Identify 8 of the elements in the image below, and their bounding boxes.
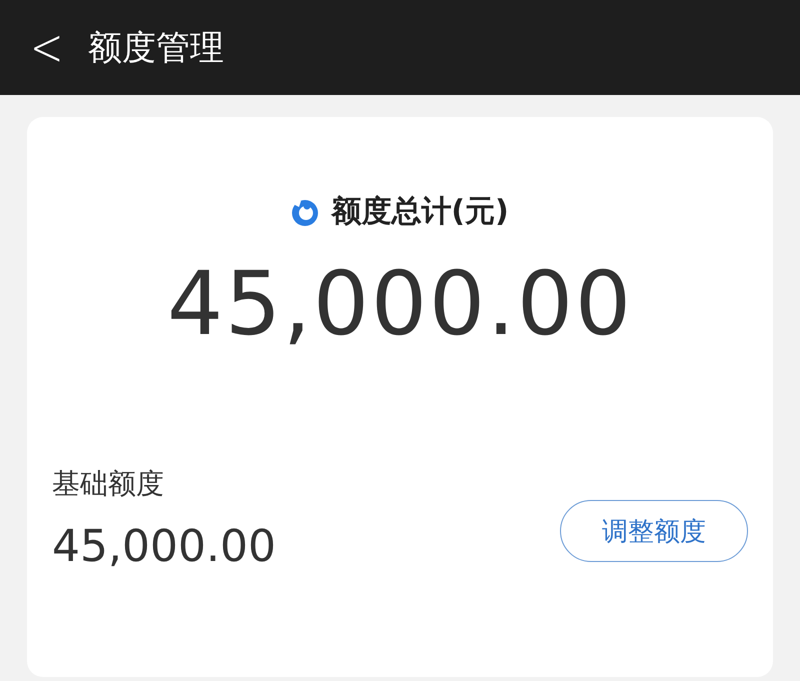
base-label: 基础额度	[52, 466, 165, 502]
total-label: 额度总计(元)	[331, 193, 509, 231]
total-amount: 45,000.00	[167, 252, 633, 355]
adjust-button[interactable]: 调整额度	[560, 500, 748, 562]
logo-icon	[291, 198, 320, 226]
back-button[interactable]: <	[30, 15, 60, 80]
base-amount: 45,000.00	[52, 521, 276, 572]
page-title: 额度管理	[88, 26, 224, 70]
